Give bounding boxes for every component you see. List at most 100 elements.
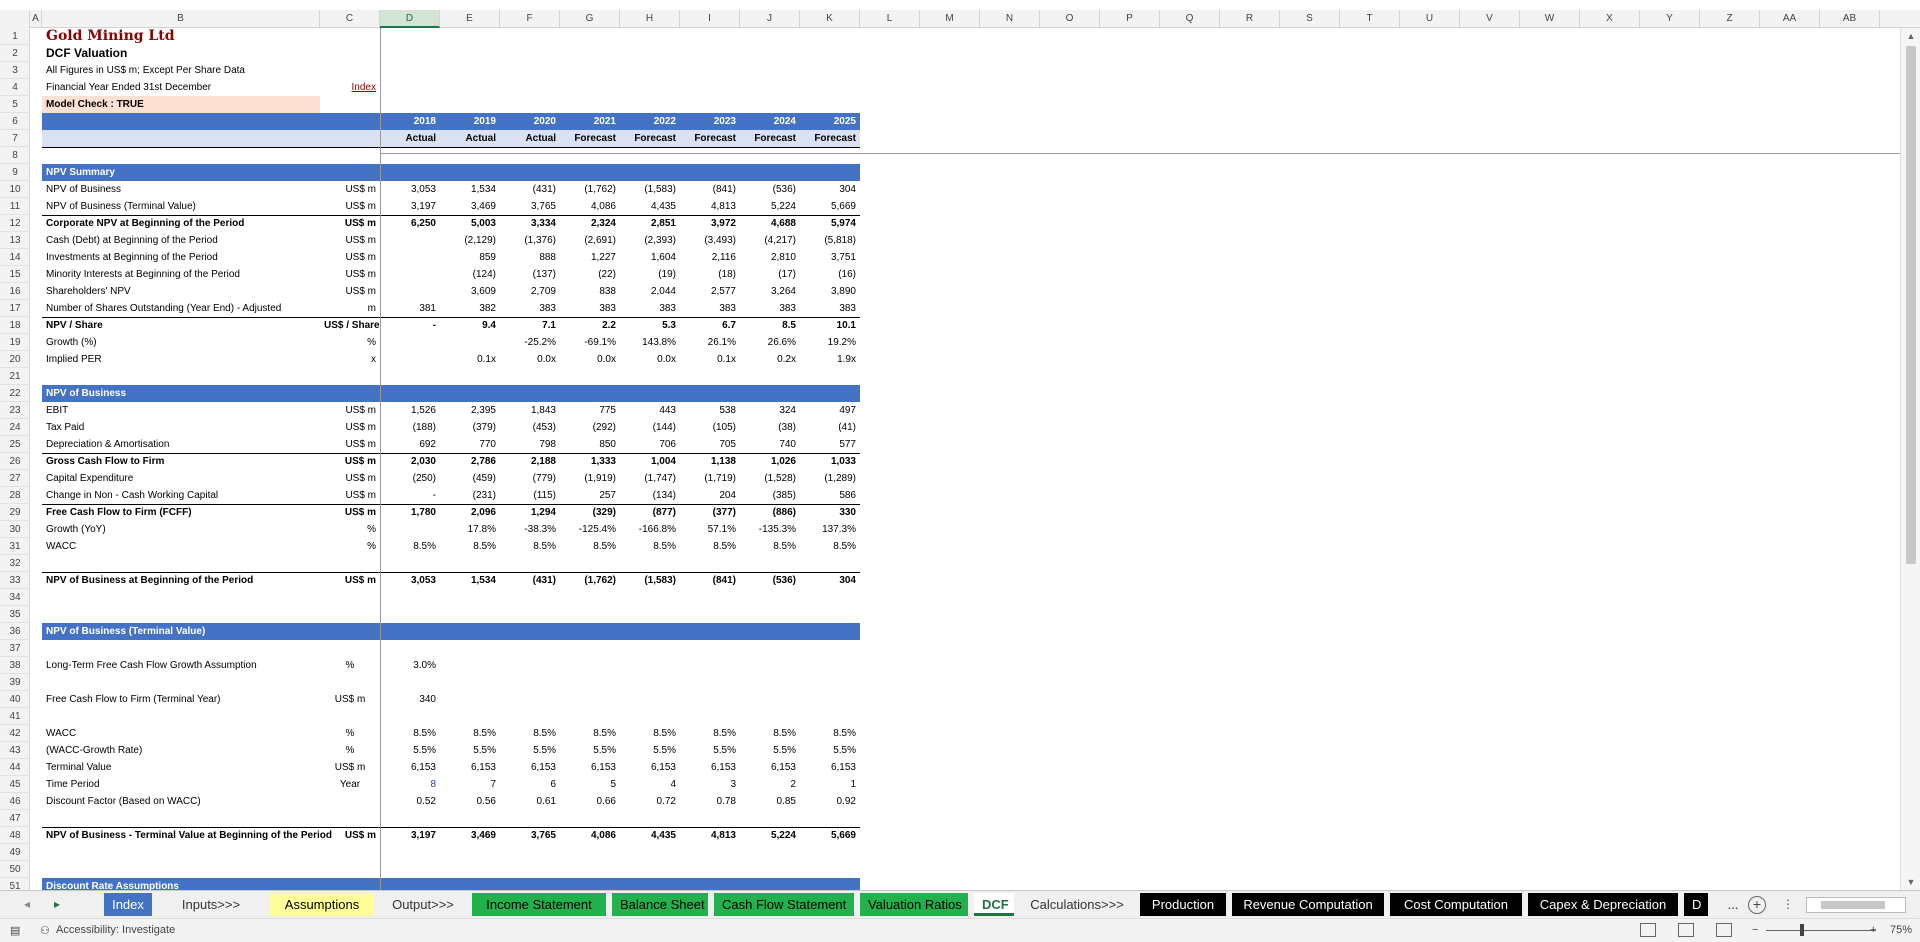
sheet-tab-production[interactable]: Production	[1140, 893, 1226, 916]
page-break-view-icon[interactable]	[1716, 923, 1732, 937]
value-cell[interactable]: -	[380, 317, 440, 334]
column-header-b[interactable]: B	[42, 10, 320, 28]
value-cell[interactable]: (19)	[620, 266, 680, 283]
row-label[interactable]: NPV of Business - Terminal Value at Begi…	[42, 827, 340, 844]
value-cell[interactable]: 2,709	[500, 283, 560, 300]
value-cell[interactable]: (431)	[500, 181, 560, 198]
year-header-2025[interactable]: 2025	[800, 113, 860, 130]
row-unit[interactable]: US$ m	[320, 487, 380, 504]
value-cell[interactable]: (459)	[440, 470, 500, 487]
row-label[interactable]: NPV of Business (Terminal Value)	[42, 198, 340, 215]
value-cell[interactable]: 6,153	[800, 759, 860, 776]
row-header-34[interactable]: 34	[0, 589, 30, 606]
year-header-2020[interactable]: 2020	[500, 113, 560, 130]
column-header-ab[interactable]: AB	[1820, 10, 1880, 28]
period-header-2024[interactable]: Forecast	[740, 130, 800, 147]
value-cell[interactable]: (536)	[740, 572, 800, 589]
value-cell[interactable]: 10.1	[800, 317, 860, 334]
value-cell[interactable]: 8.5%	[680, 725, 740, 742]
value-cell[interactable]: 6,153	[740, 759, 800, 776]
value-cell[interactable]: 3,053	[380, 572, 440, 589]
value-cell[interactable]: 304	[800, 181, 860, 198]
value-cell[interactable]: (1,583)	[620, 572, 680, 589]
value-cell[interactable]: 137.3%	[800, 521, 860, 538]
value-cell[interactable]: 383	[560, 300, 620, 317]
value-cell[interactable]: 5.5%	[620, 742, 680, 759]
period-header-2023[interactable]: Forecast	[680, 130, 740, 147]
value-cell[interactable]: 8.5%	[740, 538, 800, 555]
row-header-51[interactable]: 51	[0, 878, 30, 890]
value-cell[interactable]: (124)	[440, 266, 500, 283]
column-header-s[interactable]: S	[1280, 10, 1340, 28]
value-cell[interactable]: 5,974	[800, 215, 860, 232]
row-header-41[interactable]: 41	[0, 708, 30, 725]
row-header-27[interactable]: 27	[0, 470, 30, 487]
value-cell[interactable]: 3,053	[380, 181, 440, 198]
value-cell[interactable]: (453)	[500, 419, 560, 436]
terminal-fcf-value[interactable]: 340	[380, 691, 440, 708]
value-cell[interactable]: 1	[800, 776, 860, 793]
value-cell[interactable]: 3,264	[740, 283, 800, 300]
row-unit[interactable]: US$ m	[320, 504, 380, 521]
terminal-fcf-label[interactable]: Free Cash Flow to Firm (Terminal Year)	[42, 691, 340, 708]
value-cell[interactable]: -38.3%	[500, 521, 560, 538]
value-cell[interactable]: 0.0x	[620, 351, 680, 368]
value-cell[interactable]: 8	[380, 776, 440, 793]
row-header-40[interactable]: 40	[0, 691, 30, 708]
value-cell[interactable]: 2,116	[680, 249, 740, 266]
row-label[interactable]: NPV / Share	[42, 317, 340, 334]
scroll-down-icon[interactable]: ▼	[1901, 874, 1920, 890]
row-unit[interactable]: US$ m	[320, 419, 380, 436]
accessibility-icon[interactable]: ⚇	[40, 924, 50, 937]
value-cell[interactable]: 5,669	[800, 198, 860, 215]
value-cell[interactable]: 1,604	[620, 249, 680, 266]
row-label[interactable]: Time Period	[42, 776, 340, 793]
value-cell[interactable]: 6	[500, 776, 560, 793]
spreadsheet-grid[interactable]: A B C D E F G H I J K L M N O P Q R S T U V W X Y Z AA AB 123456789…	[0, 0, 1920, 890]
value-cell[interactable]: 0.72	[620, 793, 680, 810]
column-header-d[interactable]: D	[380, 10, 440, 28]
row-label[interactable]: NPV of Business	[42, 181, 340, 198]
row-header-24[interactable]: 24	[0, 419, 30, 436]
value-cell[interactable]: 26.1%	[680, 334, 740, 351]
value-cell[interactable]: 1,033	[800, 453, 860, 470]
row-header-33[interactable]: 33	[0, 572, 30, 589]
row-unit[interactable]: US$ m	[320, 436, 380, 453]
value-cell[interactable]: 443	[620, 402, 680, 419]
row-unit[interactable]: US$ m	[320, 827, 380, 844]
value-cell[interactable]: 6,250	[380, 215, 440, 232]
year-header-2018[interactable]: 2018	[380, 113, 440, 130]
row-header-30[interactable]: 30	[0, 521, 30, 538]
value-cell[interactable]: 888	[500, 249, 560, 266]
row-header-5[interactable]: 5	[0, 96, 30, 113]
value-cell[interactable]: 383	[620, 300, 680, 317]
row-label[interactable]: Terminal Value	[42, 759, 340, 776]
row-header-19[interactable]: 19	[0, 334, 30, 351]
year-header-2019[interactable]: 2019	[440, 113, 500, 130]
value-cell[interactable]: 8.5%	[800, 725, 860, 742]
row-header-2[interactable]: 2	[0, 45, 30, 62]
value-cell[interactable]	[380, 334, 440, 351]
row-unit[interactable]: %	[320, 742, 380, 759]
row-header-17[interactable]: 17	[0, 300, 30, 317]
value-cell[interactable]: 0.1x	[680, 351, 740, 368]
value-cell[interactable]: (2,129)	[440, 232, 500, 249]
value-cell[interactable]: 8.5%	[740, 725, 800, 742]
units-note[interactable]: All Figures in US$ m; Except Per Share D…	[42, 62, 400, 79]
value-cell[interactable]: (41)	[800, 419, 860, 436]
value-cell[interactable]: 26.6%	[740, 334, 800, 351]
value-cell[interactable]: 7.1	[500, 317, 560, 334]
value-cell[interactable]: (38)	[740, 419, 800, 436]
value-cell[interactable]: 257	[560, 487, 620, 504]
zoom-out-icon[interactable]: −	[1752, 924, 1758, 936]
value-cell[interactable]: 143.8%	[620, 334, 680, 351]
sheet-tab-revenue-computation[interactable]: Revenue Computation	[1232, 893, 1384, 916]
row-header-29[interactable]: 29	[0, 504, 30, 521]
sheet-tab-inputs[interactable]: Inputs>>>	[158, 893, 264, 916]
value-cell[interactable]: 5.5%	[440, 742, 500, 759]
value-cell[interactable]: 0.0x	[560, 351, 620, 368]
value-cell[interactable]	[380, 351, 440, 368]
period-header-2018[interactable]: Actual	[380, 130, 440, 147]
value-cell[interactable]: (17)	[740, 266, 800, 283]
index-link[interactable]: Index	[320, 79, 380, 96]
